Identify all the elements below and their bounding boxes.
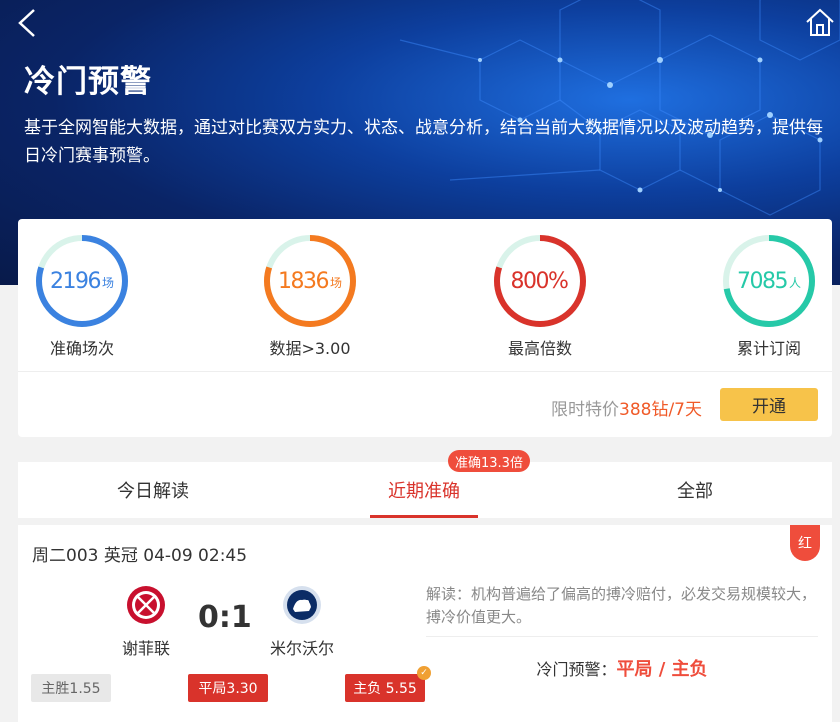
- match-score: 0:1: [198, 600, 252, 635]
- odds-label: 主负 5.55: [353, 681, 417, 697]
- price-text: 限时特价388钻/7天: [551, 395, 702, 420]
- page-title: 冷门预警: [24, 64, 152, 100]
- tab-today-analysis[interactable]: 今日解读: [88, 462, 218, 518]
- back-button[interactable]: [14, 6, 44, 40]
- check-icon: ✓: [417, 666, 431, 680]
- stat-label: 准确场次: [49, 339, 114, 358]
- stat-label: 累计订阅: [736, 339, 801, 358]
- stat-label: 数据>3.00: [269, 339, 351, 358]
- stat-data-over-3: 1836 场 数据>3.00: [250, 233, 370, 359]
- price-prefix: 限时特价: [551, 400, 619, 420]
- stats-card: 2196 场 准确场次 1836 场 数据>3.00 800% 最高倍数 708…: [18, 219, 832, 437]
- home-button[interactable]: [804, 6, 836, 38]
- stat-unit: 场: [101, 275, 114, 290]
- home-team: 谢菲联: [101, 585, 191, 659]
- page-description: 基于全网智能大数据，通过对比赛双方实力、状态、战意分析，结合当前大数据情况以及波…: [24, 118, 823, 166]
- away-team-name: 米尔沃尔: [269, 639, 334, 658]
- away-team: 米尔沃尔: [257, 585, 347, 659]
- warning-pick: 平局 / 主负: [616, 659, 708, 680]
- stat-value: 1836: [277, 268, 330, 294]
- active-tab-indicator: [370, 515, 478, 518]
- warning-label: 冷门预警：: [536, 660, 617, 679]
- odds-label: 平局3.30: [198, 681, 258, 697]
- millwall-logo: [283, 586, 321, 624]
- stat-accurate-matches: 2196 场 准确场次: [22, 233, 142, 359]
- match-header: 周二003 英冠 04-09 02:45: [32, 546, 248, 566]
- stat-total-subscriptions: 7085 人 累计订阅: [709, 233, 829, 359]
- stat-value: 800%: [510, 268, 569, 294]
- stat-max-multiple: 800% 最高倍数: [480, 233, 600, 359]
- price-value: 388钻/7天: [619, 400, 702, 420]
- home-icon: [806, 8, 834, 36]
- divider: [426, 636, 818, 637]
- divider: [18, 371, 832, 372]
- stat-value: 2196: [49, 268, 102, 294]
- odds-home-loss: 主负 5.55 ✓: [345, 666, 431, 702]
- stat-value: 7085: [736, 268, 789, 294]
- odds-home-win: 主胜1.55: [31, 674, 111, 702]
- home-team-name: 谢菲联: [121, 639, 170, 658]
- open-subscription-button[interactable]: 开通: [720, 388, 818, 421]
- upset-warning: 冷门预警：平局 / 主负: [426, 655, 818, 681]
- accuracy-badge: 准确13.3倍: [448, 450, 530, 472]
- sheffield-united-logo: [127, 586, 165, 624]
- chevron-left-icon: [18, 9, 35, 37]
- tab-bar: 今日解读 近期准确 全部: [18, 462, 832, 518]
- odds-draw: 平局3.30: [188, 674, 268, 702]
- stat-label: 最高倍数: [507, 339, 572, 358]
- match-card[interactable]: 周二003 英冠 04-09 02:45 红 谢菲联 0:1 米尔沃尔 解读：机…: [18, 525, 832, 722]
- analysis-text: 解读：机构普遍给了偏高的搏冷赔付，必发交易规模较大，搏冷价值更大。: [426, 585, 817, 626]
- stat-unit: 人: [788, 275, 801, 290]
- stat-unit: 场: [329, 275, 342, 290]
- odds-label: 主胜1.55: [41, 681, 101, 697]
- result-tag: 红: [790, 525, 820, 561]
- tab-all[interactable]: 全部: [630, 462, 760, 518]
